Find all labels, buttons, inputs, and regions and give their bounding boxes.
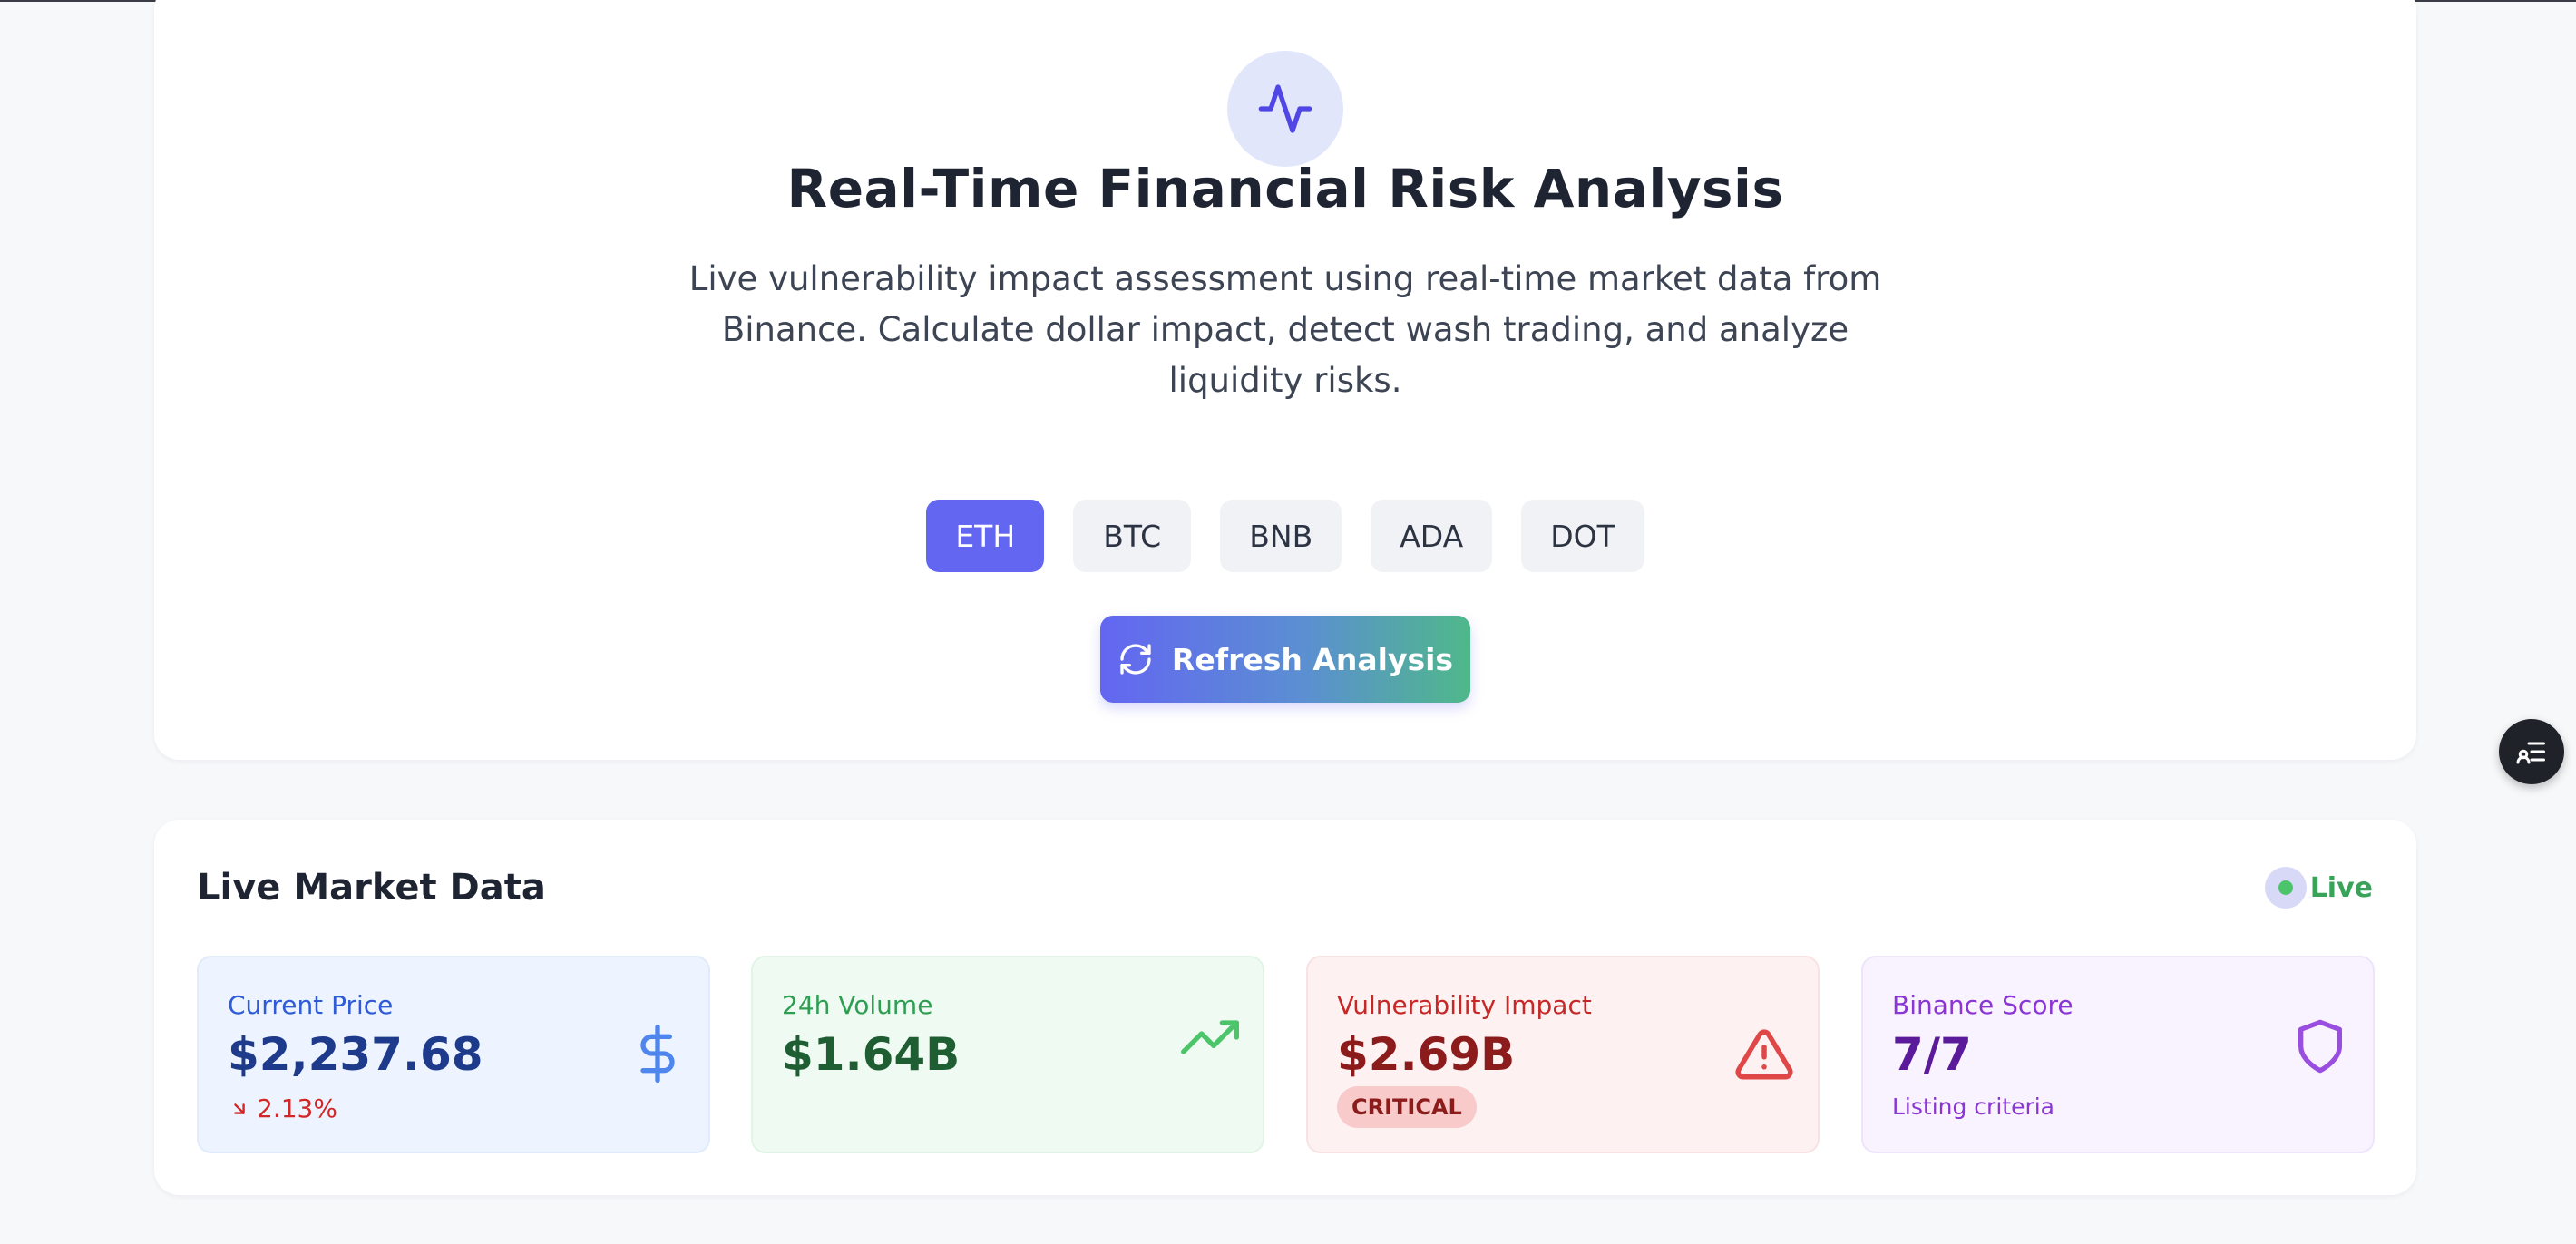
floating-menu-button[interactable] <box>2499 719 2564 784</box>
live-label: Live <box>2309 871 2373 904</box>
metric-card-24h-volume: 24h Volume $1.64B <box>751 956 1264 1153</box>
metric-label: Current Price <box>228 990 394 1020</box>
token-button-btc[interactable]: BTC <box>1073 500 1192 572</box>
activity-pulse-icon <box>1258 84 1312 133</box>
token-selector: ETH BTC BNB ADA DOT <box>154 500 2416 572</box>
hero-icon-badge <box>1227 51 1343 167</box>
metric-value: $1.64B <box>782 1028 961 1081</box>
refresh-icon <box>1120 644 1151 675</box>
token-button-eth[interactable]: ETH <box>926 500 1045 572</box>
refresh-analysis-button[interactable]: Refresh Analysis <box>1100 616 1470 703</box>
metric-label: 24h Volume <box>782 990 933 1020</box>
metric-value: $2.69B <box>1337 1028 1516 1081</box>
analysis-header-card: Real-Time Financial Risk Analysis Live v… <box>154 0 2416 760</box>
metric-label: Vulnerability Impact <box>1337 990 1592 1020</box>
metric-value: 7/7 <box>1892 1028 1972 1081</box>
shield-icon <box>2298 1019 2342 1074</box>
live-status-badge: Live <box>2264 867 2373 909</box>
metric-card-vulnerability-impact: Vulnerability Impact $2.69B CRITICAL <box>1306 956 1820 1153</box>
token-button-dot[interactable]: DOT <box>1521 500 1644 572</box>
metric-card-current-price: Current Price $2,237.68 2.13% <box>197 956 710 1153</box>
trending-up-icon <box>1181 1020 1239 1054</box>
severity-badge: CRITICAL <box>1337 1086 1477 1128</box>
metric-card-binance-score: Binance Score 7/7 Listing criteria <box>1861 956 2375 1153</box>
refresh-analysis-label: Refresh Analysis <box>1171 641 1454 677</box>
dollar-icon <box>640 1025 675 1083</box>
token-button-bnb[interactable]: BNB <box>1220 500 1342 572</box>
page-title: Real-Time Financial Risk Analysis <box>786 158 1784 219</box>
metric-value: $2,237.68 <box>228 1028 483 1081</box>
arrow-down-right-icon <box>234 1103 245 1114</box>
page-description: Live vulnerability impact assessment usi… <box>688 259 1882 400</box>
live-dot-icon <box>2278 880 2293 895</box>
section-title: Live Market Data <box>197 867 546 909</box>
list-settings-icon <box>2516 742 2545 764</box>
price-change-value: 2.13% <box>257 1093 337 1123</box>
live-market-data-card: Live Market Data Live Current Price $2,2… <box>154 820 2416 1195</box>
token-button-ada[interactable]: ADA <box>1371 500 1493 572</box>
price-change: 2.13% <box>229 1093 337 1123</box>
metric-label: Binance Score <box>1892 990 2073 1020</box>
live-indicator <box>2264 867 2307 909</box>
alert-triangle-icon <box>1735 1029 1793 1080</box>
metric-subtext: Listing criteria <box>1892 1093 2055 1120</box>
